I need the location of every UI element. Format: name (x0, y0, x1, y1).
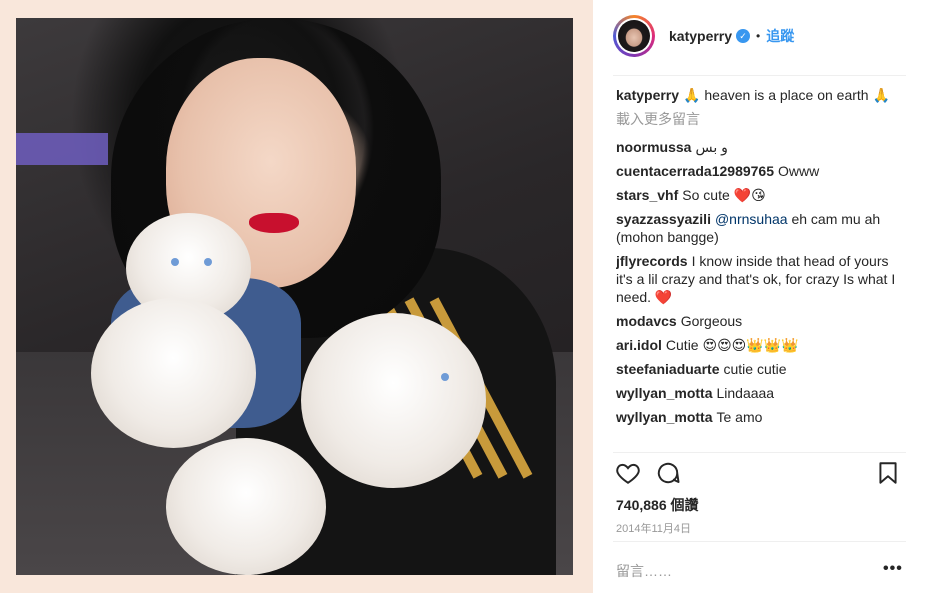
comment-bubble-icon[interactable] (655, 460, 683, 488)
background-light (16, 133, 108, 165)
comment-text: و بس (695, 139, 728, 155)
comment-item: ari.idol Cutie 😍😍😍👑👑👑 (616, 336, 896, 354)
lips (249, 213, 299, 233)
comment-username[interactable]: wyllyan_motta (616, 385, 712, 401)
bookmark-icon[interactable] (875, 460, 903, 488)
caption: katyperry 🙏 heaven is a place on earth 🙏 (616, 86, 896, 104)
comment-mention[interactable]: @nrnsuhaa (715, 211, 788, 227)
photo-pane (0, 0, 593, 593)
verified-badge-icon: ✓ (736, 29, 751, 43)
comment-username[interactable]: steefaniaduarte (616, 361, 719, 377)
comment-text: So cute ❤️😘 (682, 187, 766, 203)
comment-item: noormussa و بس (616, 138, 896, 156)
comment-item: wyllyan_motta Lindaaaa (616, 384, 896, 402)
likes-count[interactable]: 740,886 個讚 (616, 495, 699, 515)
header-username[interactable]: katyperry (669, 28, 732, 44)
header-divider (613, 75, 906, 76)
comments-list[interactable]: katyperry 🙏 heaven is a place on earth 🙏 … (616, 86, 896, 448)
comment-item: wyllyan_motta Te amo (616, 408, 896, 426)
comment-text: Gorgeous (680, 313, 743, 329)
actions-divider (613, 452, 906, 453)
comment-item: jflyrecords I know inside that head of yo… (616, 252, 896, 306)
comment-username[interactable]: syazzassyazili (616, 211, 711, 227)
more-options-button[interactable]: ••• (883, 560, 903, 578)
post-photo[interactable] (16, 18, 573, 575)
comment-item: modavcs Gorgeous (616, 312, 896, 330)
kitten-bottom (166, 438, 326, 575)
action-bar (613, 460, 909, 492)
avatar-photo (618, 20, 650, 52)
comment-username[interactable]: cuentacerrada12989765 (616, 163, 774, 179)
separator-dot: • (756, 29, 761, 43)
kitten-right (301, 313, 486, 488)
comment-item: cuentacerrada12989765 Owww (616, 162, 896, 180)
comment-text: Lindaaaa (716, 385, 775, 401)
comment-item: stars_vhf So cute ❤️😘 (616, 186, 896, 204)
comment-text: Owww (778, 163, 820, 179)
comment-text: Cutie 😍😍😍👑👑👑 (665, 337, 799, 353)
comment-box-divider (613, 541, 906, 542)
load-more-comments-button[interactable]: 載入更多留言 (616, 110, 896, 128)
heart-icon[interactable] (615, 460, 643, 488)
avatar[interactable] (613, 15, 655, 57)
comment-item: steefaniaduarte cutie cutie (616, 360, 896, 378)
comment-username[interactable]: noormussa (616, 139, 691, 155)
post-header: katyperry ✓ • 追蹤 (613, 14, 903, 58)
comment-item: syazzassyazili @nrnsuhaa eh cam mu ah (mo… (616, 210, 896, 246)
comment-username[interactable]: stars_vhf (616, 187, 678, 203)
comment-username[interactable]: ari.idol (616, 337, 662, 353)
comment-text: Te amo (716, 409, 763, 425)
post-panel: katyperry ✓ • 追蹤 katyperry 🙏 heaven is a … (593, 0, 926, 593)
comment-username[interactable]: wyllyan_motta (616, 409, 712, 425)
comment-input[interactable]: 留言…… (616, 561, 866, 581)
caption-username[interactable]: katyperry (616, 87, 679, 103)
comment-username[interactable]: jflyrecords (616, 253, 688, 269)
post-date[interactable]: 2014年11月4日 (616, 520, 691, 536)
follow-button[interactable]: 追蹤 (766, 26, 794, 46)
caption-text: 🙏 heaven is a place on earth 🙏 (683, 87, 890, 103)
comment-username[interactable]: modavcs (616, 313, 677, 329)
comment-text: cutie cutie (723, 361, 787, 377)
kitten-left (91, 298, 256, 448)
